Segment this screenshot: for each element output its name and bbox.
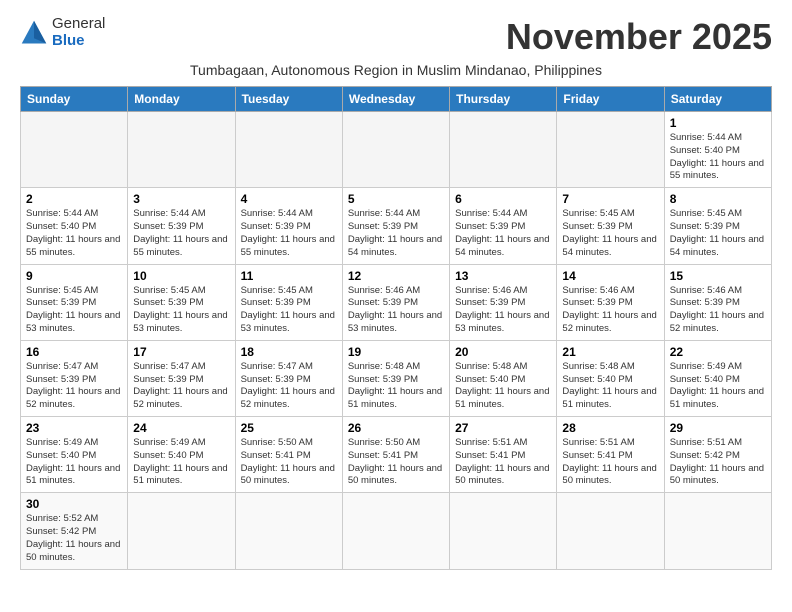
day-28: 28 Sunrise: 5:51 AMSunset: 5:41 PMDaylig… <box>557 417 664 493</box>
day-18: 18 Sunrise: 5:47 AMSunset: 5:39 PMDaylig… <box>235 340 342 416</box>
day-30: 30 Sunrise: 5:52 AMSunset: 5:42 PMDaylig… <box>21 493 128 569</box>
day-4: 4 Sunrise: 5:44 AMSunset: 5:39 PMDayligh… <box>235 188 342 264</box>
header-saturday: Saturday <box>664 87 771 112</box>
logo-icon <box>20 19 48 47</box>
day-8: 8 Sunrise: 5:45 AMSunset: 5:39 PMDayligh… <box>664 188 771 264</box>
day-5: 5 Sunrise: 5:44 AMSunset: 5:39 PMDayligh… <box>342 188 449 264</box>
day-14: 14 Sunrise: 5:46 AMSunset: 5:39 PMDaylig… <box>557 264 664 340</box>
empty-cell <box>235 112 342 188</box>
logo-line2: Blue <box>52 33 105 50</box>
day-16: 16 Sunrise: 5:47 AMSunset: 5:39 PMDaylig… <box>21 340 128 416</box>
day-10: 10 Sunrise: 5:45 AMSunset: 5:39 PMDaylig… <box>128 264 235 340</box>
day-11: 11 Sunrise: 5:45 AMSunset: 5:39 PMDaylig… <box>235 264 342 340</box>
day-9: 9 Sunrise: 5:45 AMSunset: 5:39 PMDayligh… <box>21 264 128 340</box>
day-29: 29 Sunrise: 5:51 AMSunset: 5:42 PMDaylig… <box>664 417 771 493</box>
page-subtitle: Tumbagaan, Autonomous Region in Muslim M… <box>20 62 772 78</box>
empty-cell <box>450 493 557 569</box>
day-20: 20 Sunrise: 5:48 AMSunset: 5:40 PMDaylig… <box>450 340 557 416</box>
day-19: 19 Sunrise: 5:48 AMSunset: 5:39 PMDaylig… <box>342 340 449 416</box>
header-sunday: Sunday <box>21 87 128 112</box>
week-row-6: 30 Sunrise: 5:52 AMSunset: 5:42 PMDaylig… <box>21 493 772 569</box>
week-row-1: 1 Sunrise: 5:44 AM Sunset: 5:40 PM Dayli… <box>21 112 772 188</box>
empty-cell <box>342 112 449 188</box>
calendar-table: Sunday Monday Tuesday Wednesday Thursday… <box>20 86 772 570</box>
logo: General Blue <box>20 16 105 49</box>
day-21: 21 Sunrise: 5:48 AMSunset: 5:40 PMDaylig… <box>557 340 664 416</box>
header-wednesday: Wednesday <box>342 87 449 112</box>
week-row-5: 23 Sunrise: 5:49 AMSunset: 5:40 PMDaylig… <box>21 417 772 493</box>
day-13: 13 Sunrise: 5:46 AMSunset: 5:39 PMDaylig… <box>450 264 557 340</box>
empty-cell <box>128 112 235 188</box>
day-1: 1 Sunrise: 5:44 AM Sunset: 5:40 PM Dayli… <box>664 112 771 188</box>
day-3: 3 Sunrise: 5:44 AMSunset: 5:39 PMDayligh… <box>128 188 235 264</box>
day-6: 6 Sunrise: 5:44 AMSunset: 5:39 PMDayligh… <box>450 188 557 264</box>
day-15: 15 Sunrise: 5:46 AMSunset: 5:39 PMDaylig… <box>664 264 771 340</box>
day-25: 25 Sunrise: 5:50 AMSunset: 5:41 PMDaylig… <box>235 417 342 493</box>
empty-cell <box>342 493 449 569</box>
week-row-2: 2 Sunrise: 5:44 AMSunset: 5:40 PMDayligh… <box>21 188 772 264</box>
day-17: 17 Sunrise: 5:47 AMSunset: 5:39 PMDaylig… <box>128 340 235 416</box>
day-12: 12 Sunrise: 5:46 AMSunset: 5:39 PMDaylig… <box>342 264 449 340</box>
week-row-3: 9 Sunrise: 5:45 AMSunset: 5:39 PMDayligh… <box>21 264 772 340</box>
day-2: 2 Sunrise: 5:44 AMSunset: 5:40 PMDayligh… <box>21 188 128 264</box>
day-22: 22 Sunrise: 5:49 AMSunset: 5:40 PMDaylig… <box>664 340 771 416</box>
empty-cell <box>557 493 664 569</box>
day-23: 23 Sunrise: 5:49 AMSunset: 5:40 PMDaylig… <box>21 417 128 493</box>
header-thursday: Thursday <box>450 87 557 112</box>
empty-cell <box>557 112 664 188</box>
empty-cell <box>450 112 557 188</box>
page-header: General Blue November 2025 <box>20 16 772 58</box>
day-27: 27 Sunrise: 5:51 AMSunset: 5:41 PMDaylig… <box>450 417 557 493</box>
header-tuesday: Tuesday <box>235 87 342 112</box>
month-title: November 2025 <box>506 16 772 58</box>
empty-cell <box>21 112 128 188</box>
empty-cell <box>664 493 771 569</box>
logo-line1: General <box>52 16 105 33</box>
header-friday: Friday <box>557 87 664 112</box>
header-monday: Monday <box>128 87 235 112</box>
day-24: 24 Sunrise: 5:49 AMSunset: 5:40 PMDaylig… <box>128 417 235 493</box>
empty-cell <box>128 493 235 569</box>
week-row-4: 16 Sunrise: 5:47 AMSunset: 5:39 PMDaylig… <box>21 340 772 416</box>
empty-cell <box>235 493 342 569</box>
day-26: 26 Sunrise: 5:50 AMSunset: 5:41 PMDaylig… <box>342 417 449 493</box>
day-7: 7 Sunrise: 5:45 AMSunset: 5:39 PMDayligh… <box>557 188 664 264</box>
